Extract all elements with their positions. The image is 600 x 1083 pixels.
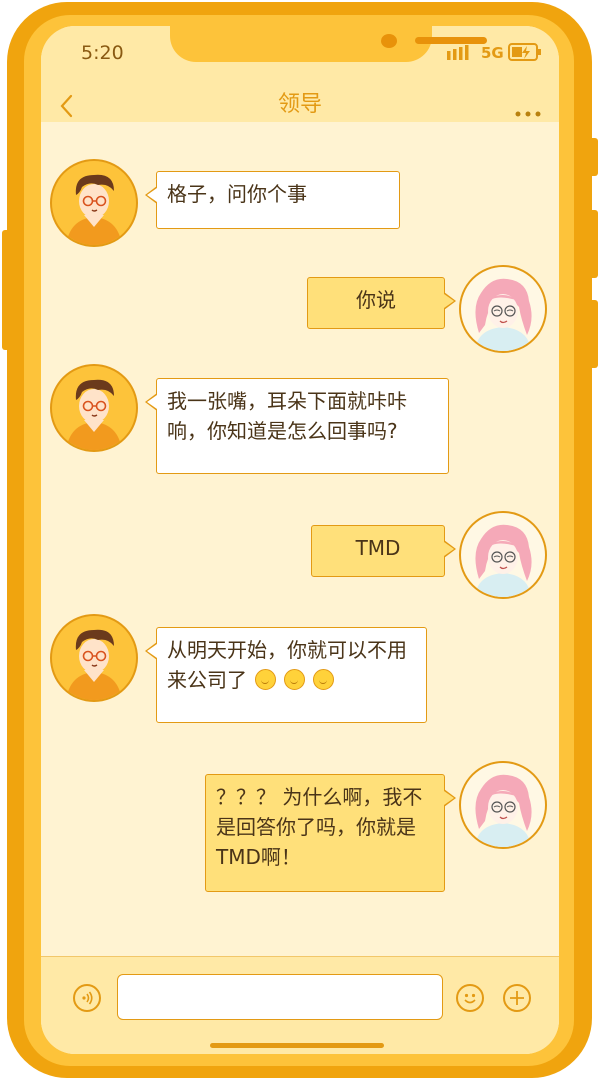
speaker-icon — [415, 37, 487, 44]
chat-title: 领导 — [277, 92, 322, 117]
chat-header: 领导 — [41, 88, 559, 122]
avatar-boss[interactable] — [50, 614, 138, 702]
message-bubble-left[interactable]: 格子，问你个事 — [145, 171, 400, 229]
smiley-icon[interactable] — [456, 984, 484, 1012]
side-button-right-low — [588, 300, 598, 368]
more-dots-icon[interactable] — [515, 102, 541, 121]
bubble-tail — [145, 642, 157, 660]
message-bubble-right[interactable]: ？？？ 为什么啊，我不是回答你了吗，你就是TMD啊！ — [205, 774, 456, 892]
smiley-emoji-icon — [284, 669, 305, 690]
message-text: 我一张嘴，耳朵下面就咔咔响，你知道是怎么回事吗? — [167, 389, 407, 443]
message-bubble-right[interactable]: 你说 — [307, 277, 456, 329]
message-text: 你说 — [356, 288, 396, 312]
avatar-self[interactable] — [459, 511, 547, 599]
status-time: 5:20 — [81, 42, 124, 64]
battery-icon — [508, 43, 542, 65]
message-text: ？？？ 为什么啊，我不是回答你了吗，你就是TMD啊！ — [216, 785, 423, 869]
avatar-self[interactable] — [459, 761, 547, 849]
bubble-tail — [145, 186, 157, 204]
side-button-right-mid — [588, 210, 598, 278]
message-bubble-left[interactable]: 我一张嘴，耳朵下面就咔咔响，你知道是怎么回事吗? — [145, 378, 449, 474]
input-bar — [41, 956, 559, 1054]
side-button-right-top — [588, 138, 598, 176]
smiley-emoji-icon — [255, 669, 276, 690]
home-indicator[interactable] — [210, 1043, 384, 1048]
bubble-tail — [444, 292, 456, 310]
message-input[interactable] — [117, 974, 443, 1020]
avatar-self[interactable] — [459, 265, 547, 353]
network-type: 5G — [481, 44, 504, 62]
chat-screen: 5:20 5G 领导 格子，问你个事 你说 我一张嘴，耳朵下面就咔咔响，你知道是… — [41, 26, 559, 1054]
message-text: 格子，问你个事 — [167, 182, 307, 206]
signal-icon — [447, 45, 469, 64]
chevron-left-icon[interactable] — [59, 88, 73, 126]
notch — [170, 26, 487, 62]
avatar-boss[interactable] — [50, 364, 138, 452]
message-bubble-right[interactable]: TMD — [311, 525, 456, 577]
bubble-tail — [145, 393, 157, 411]
voice-icon[interactable] — [73, 984, 101, 1012]
avatar-boss[interactable] — [50, 159, 138, 247]
status-bar: 5:20 5G — [41, 26, 559, 88]
message-bubble-left[interactable]: 从明天开始，你就可以不用来公司了 — [145, 627, 427, 723]
plus-icon[interactable] — [503, 984, 531, 1012]
message-text: TMD — [355, 536, 401, 560]
side-button-left — [2, 230, 12, 350]
bubble-tail — [444, 789, 456, 807]
camera-icon — [381, 34, 397, 48]
bubble-tail — [444, 540, 456, 558]
smiley-emoji-icon — [313, 669, 334, 690]
